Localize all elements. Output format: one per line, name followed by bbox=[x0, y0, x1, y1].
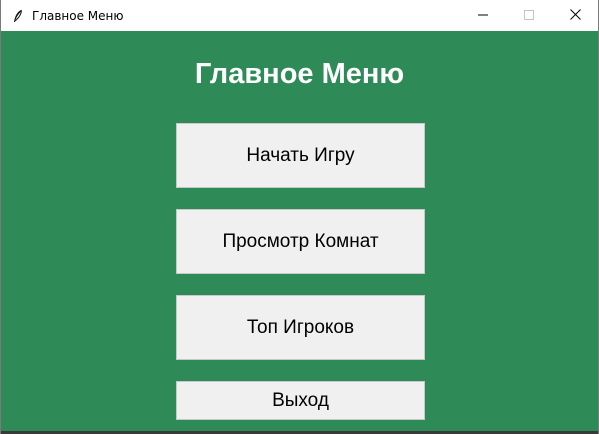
exit-button[interactable]: Выход bbox=[176, 381, 425, 420]
feather-icon bbox=[10, 8, 26, 24]
top-players-label: Топ Игроков bbox=[246, 316, 355, 338]
start-game-label: Начать Игру bbox=[246, 144, 355, 166]
close-icon bbox=[569, 7, 581, 25]
exit-label: Выход bbox=[272, 389, 329, 411]
maximize-icon bbox=[524, 7, 534, 25]
window-title: Главное Меню bbox=[32, 8, 124, 23]
view-rooms-button[interactable]: Просмотр Комнат bbox=[176, 209, 425, 274]
main-menu: Главное Меню Начать Игру Просмотр Комнат… bbox=[1, 31, 598, 431]
window-controls bbox=[460, 0, 598, 31]
start-game-button[interactable]: Начать Игру bbox=[176, 123, 425, 188]
page-title: Главное Меню bbox=[194, 58, 405, 90]
top-players-button[interactable]: Топ Игроков bbox=[176, 295, 425, 360]
maximize-button[interactable] bbox=[506, 0, 552, 31]
minimize-button[interactable] bbox=[460, 0, 506, 31]
view-rooms-label: Просмотр Комнат bbox=[222, 230, 379, 252]
app-window: Главное Меню Главное Меню Начать Игру Пр… bbox=[0, 0, 599, 434]
close-button[interactable] bbox=[552, 0, 598, 31]
title-bar[interactable]: Главное Меню bbox=[1, 0, 598, 31]
minimize-icon bbox=[478, 7, 488, 25]
